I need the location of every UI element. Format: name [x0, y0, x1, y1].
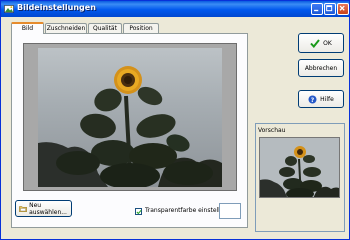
ok-button[interactable]: OK — [298, 33, 344, 53]
choose-new-button[interactable]: Neu auswählen... — [15, 200, 72, 217]
preview-image — [259, 137, 340, 198]
preview-label: Vorschau — [258, 127, 286, 134]
choose-new-label: Neu auswählen... — [29, 201, 67, 216]
close-button[interactable] — [337, 3, 349, 15]
tab-label: Zuschneiden — [46, 25, 86, 32]
image-icon — [4, 5, 14, 13]
checkmark-icon — [136, 209, 142, 215]
minimize-icon — [314, 9, 319, 12]
window-title: Bildeinstellungen — [17, 3, 96, 12]
image-frame — [23, 43, 237, 191]
help-label: Hilfe — [320, 95, 334, 103]
tab-label: Bild — [21, 25, 34, 32]
sunflower-thumbnail — [260, 138, 339, 197]
close-icon — [339, 5, 345, 11]
sunflower-photo — [38, 66, 222, 187]
maximize-button[interactable] — [324, 3, 336, 15]
transparency-checkbox[interactable] — [135, 208, 142, 215]
maximize-icon — [326, 5, 333, 12]
minimize-button[interactable] — [311, 3, 323, 15]
cancel-button[interactable]: Abbrechen — [298, 59, 344, 77]
sunflower-image — [38, 48, 222, 187]
transparency-color-swatch[interactable] — [219, 203, 241, 219]
ok-label: OK — [323, 39, 332, 47]
transparency-label: Transparentfarbe einstellen — [145, 207, 228, 214]
tab-bild[interactable]: Bild — [11, 22, 44, 34]
cancel-label: Abbrechen — [304, 64, 338, 72]
checkmark-icon — [310, 38, 320, 48]
tab-label: Qualität — [93, 25, 117, 32]
tab-position[interactable]: Position — [123, 23, 159, 33]
tab-qualitaet[interactable]: Qualität — [88, 23, 122, 33]
help-button[interactable]: ? Hilfe — [298, 90, 344, 108]
tab-label: Position — [129, 25, 153, 32]
question-icon: ? — [308, 95, 317, 104]
folder-icon — [19, 206, 27, 212]
title-bar[interactable]: Bildeinstellungen — [1, 1, 349, 17]
dialog-window: Bildeinstellungen Bild Zuschneiden Quali… — [0, 0, 350, 240]
tab-zuschneiden[interactable]: Zuschneiden — [45, 23, 87, 33]
svg-text:?: ? — [311, 97, 315, 104]
